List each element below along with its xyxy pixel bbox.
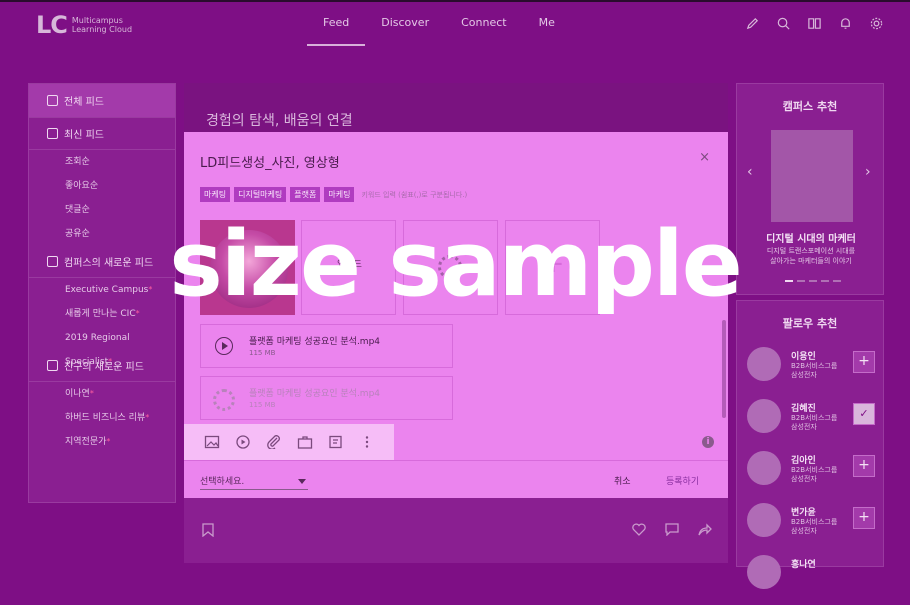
chevron-left-icon[interactable]: ‹ [747, 164, 753, 180]
follow-name[interactable]: 변가윤 [791, 505, 816, 518]
image-icon[interactable] [204, 435, 220, 449]
cancel-button[interactable]: 취소 [614, 474, 631, 487]
close-icon[interactable]: × [699, 150, 710, 165]
top-bar: LC Multicampus Learning Cloud Feed Disco… [0, 0, 910, 46]
logo-text: Multicampus Learning Cloud [71, 16, 133, 34]
attached-file[interactable]: 플랫폼 마케팅 성공요인 분석.mp4 115 MB [200, 324, 453, 368]
modal-footer: 선택하세요. 취소 등록하기 [184, 460, 728, 498]
follow-item: 변가윤 B2B서비스그룹 삼성전자 + [747, 503, 875, 553]
follow-item: 홍나연 [747, 555, 875, 605]
follow-button[interactable]: + [853, 351, 875, 373]
follow-button[interactable]: + [853, 455, 875, 477]
document-icon [47, 95, 58, 106]
feed-post-actions [184, 515, 728, 555]
nav-feed[interactable]: Feed [307, 2, 366, 46]
logo[interactable]: LC Multicampus Learning Cloud [36, 11, 132, 39]
new-indicator: * [145, 413, 150, 422]
nav-connect[interactable]: Connect [445, 2, 522, 46]
sidebar-friend-item[interactable]: 하버드 비즈니스 리뷰* [29, 406, 175, 430]
follow-name[interactable]: 홍나연 [791, 557, 816, 570]
edit-icon [47, 128, 58, 139]
logo-mark: LC [36, 11, 68, 39]
top-icons [745, 16, 884, 31]
sidebar-sort-views[interactable]: 조회순 [29, 150, 175, 174]
bookmark-icon[interactable] [202, 523, 214, 537]
follow-info: B2B서비스그룹 삼성전자 [791, 518, 838, 535]
file-size: 115 MB [249, 401, 276, 409]
modal-title: LD피드생성_사진, 영상형 [200, 156, 340, 171]
watermark-text: size sample [169, 212, 743, 317]
play-icon[interactable] [215, 337, 233, 355]
sidebar-friend-item[interactable]: 지역전문가* [29, 430, 175, 454]
tag-chip[interactable]: 디지털마케팅 [234, 187, 287, 202]
people-icon [47, 360, 58, 371]
sidebar-recent-feed[interactable]: 최신 피드 [29, 118, 175, 150]
avatar[interactable] [747, 555, 781, 589]
follow-item: 김아인 B2B서비스그룹 삼성전자 + [747, 451, 875, 501]
note-icon[interactable] [328, 435, 344, 449]
follow-item: 이용인 B2B서비스그룹 삼성전자 + [747, 347, 875, 397]
toolbar-icons [204, 435, 375, 449]
follow-item: 김혜진 B2B서비스그룹 삼성전자 ✓ [747, 399, 875, 449]
pencil-icon[interactable] [745, 16, 760, 31]
feed-banner: 경험의 탐색, 배움의 연결 [184, 83, 728, 133]
heart-icon[interactable] [632, 523, 646, 536]
loading-spinner-icon [213, 389, 235, 411]
attachment-toolbar: i [184, 424, 728, 460]
tag-chip[interactable]: 마케팅 [200, 187, 231, 202]
avatar[interactable] [747, 399, 781, 433]
file-name: 플랫폼 마케팅 성공요인 분석.mp4 [249, 337, 381, 347]
more-vertical-icon[interactable] [359, 435, 375, 449]
search-icon[interactable] [776, 16, 791, 31]
category-select[interactable]: 선택하세요. [200, 474, 308, 490]
bell-icon[interactable] [838, 16, 853, 31]
nav-discover[interactable]: Discover [365, 2, 445, 46]
sidebar-sort-likes[interactable]: 좋아요순 [29, 174, 175, 198]
briefcase-icon[interactable] [297, 435, 313, 449]
submit-button[interactable]: 등록하기 [666, 474, 699, 487]
follow-name[interactable]: 김아인 [791, 453, 816, 466]
main-nav: Feed Discover Connect Me [307, 2, 571, 46]
sidebar-friend-item[interactable]: 이나연* [29, 382, 175, 406]
avatar[interactable] [747, 347, 781, 381]
select-value: 선택하세요. [200, 477, 245, 487]
comment-icon[interactable] [665, 523, 679, 536]
tag-input-placeholder[interactable]: 키워드 입력 (쉼표(,)로 구분됩니다.) [361, 190, 467, 200]
avatar[interactable] [747, 451, 781, 485]
campus-recommend-title: 캠퍼스 추천 [782, 100, 838, 113]
sidebar-all-feed[interactable]: 전체 피드 [29, 84, 175, 118]
tag-input[interactable]: 마케팅 디지털마케팅 플랫폼 마케팅 키워드 입력 (쉼표(,)로 구분됩니다.… [200, 187, 467, 202]
video-icon[interactable] [235, 435, 251, 449]
gear-icon[interactable] [869, 16, 884, 31]
file-name: 플랫폼 마케팅 성공요인 분석.mp4 [249, 389, 381, 399]
follow-info: B2B서비스그룹 삼성전자 [791, 414, 838, 431]
file-size: 115 MB [249, 349, 276, 357]
following-check-button[interactable]: ✓ [853, 403, 875, 425]
modal-scrollbar[interactable] [722, 320, 726, 418]
follow-recommend-card: 팔로우 추천 이용인 B2B서비스그룹 삼성전자 + 김혜진 B2B서비스그룹 삼성… [736, 300, 884, 589]
info-icon[interactable]: i [702, 436, 714, 448]
tag-chip[interactable]: 마케팅 [324, 187, 355, 202]
follow-info: B2B서비스그룹 삼성전자 [791, 466, 838, 483]
book-icon[interactable] [807, 16, 822, 31]
follow-button[interactable]: + [853, 507, 875, 529]
campus-image[interactable] [771, 130, 853, 222]
follow-name[interactable]: 김혜진 [791, 401, 816, 414]
follow-info: B2B서비스그룹 삼성전자 [791, 362, 838, 379]
share-icon[interactable] [698, 523, 712, 536]
attached-file-uploading: 플랫폼 마케팅 성공요인 분석.mp4 115 MB [200, 376, 453, 420]
banner-title: 경험의 탐색, 배움의 연결 [206, 113, 353, 129]
follow-name[interactable]: 이용인 [791, 349, 816, 362]
chevron-down-icon [298, 479, 306, 484]
nav-me[interactable]: Me [523, 2, 571, 46]
new-indicator: * [89, 389, 94, 398]
chevron-right-icon[interactable]: › [865, 164, 871, 180]
avatar[interactable] [747, 503, 781, 537]
tag-chip[interactable]: 플랫폼 [290, 187, 321, 202]
paperclip-icon[interactable] [266, 435, 282, 449]
sidebar-campus-item[interactable]: 2019 Regional Specialist* [29, 326, 175, 367]
new-indicator: * [106, 437, 111, 446]
